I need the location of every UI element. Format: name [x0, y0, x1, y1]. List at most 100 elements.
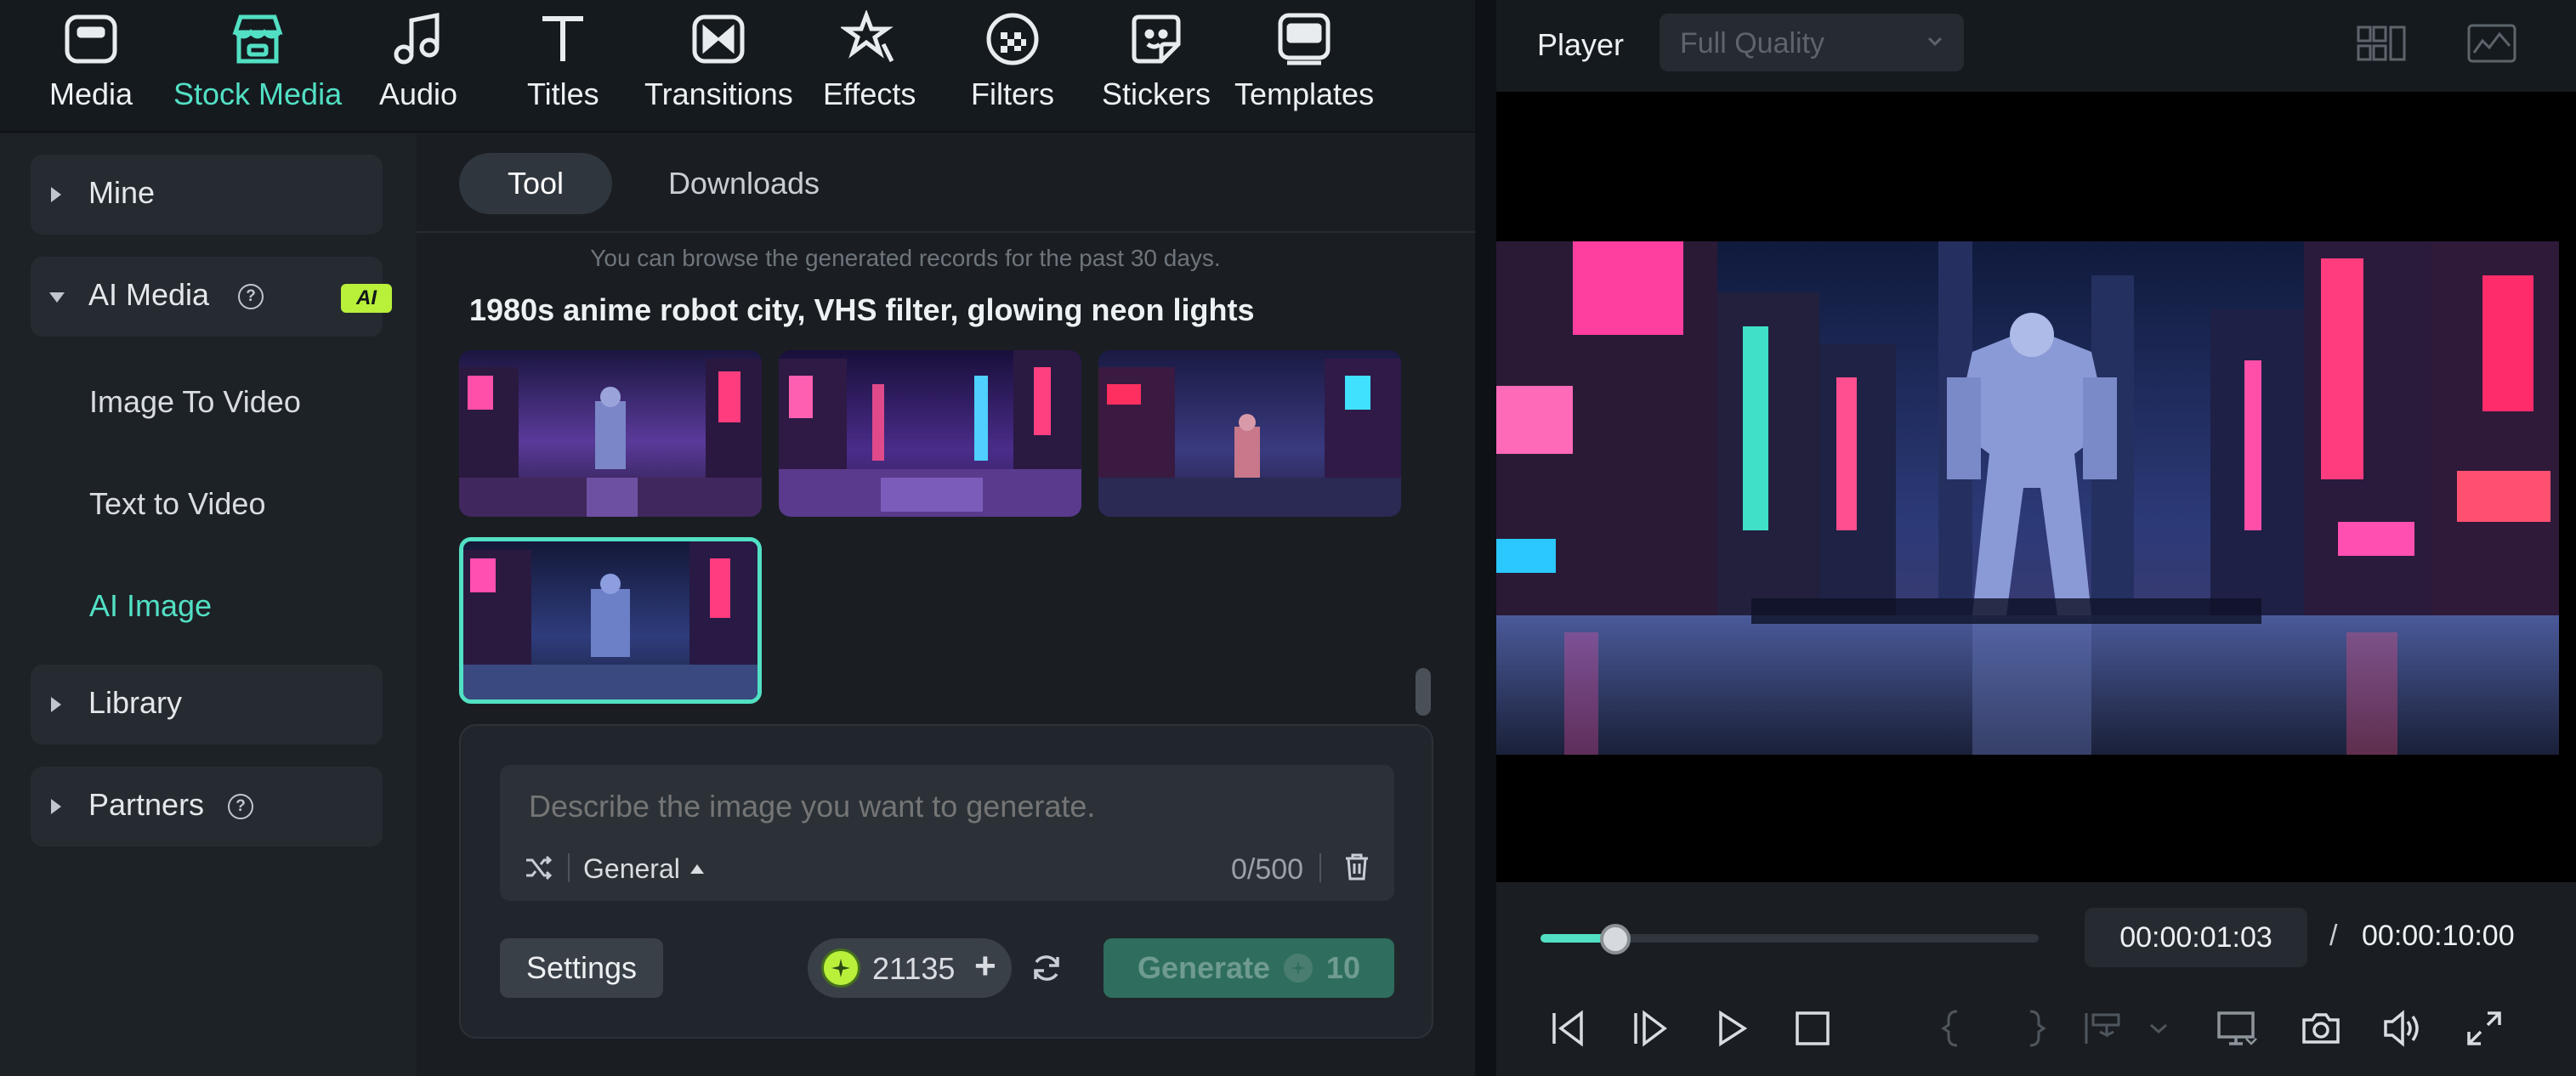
video-viewport[interactable]	[1496, 92, 2576, 882]
credits-pill[interactable]: 21135 +	[808, 938, 1012, 998]
sidebar-group-partners[interactable]: Partners ?	[31, 767, 383, 847]
tab-filters[interactable]: Filters	[971, 8, 1054, 127]
stop-icon[interactable]	[1790, 1006, 1835, 1051]
divider	[417, 231, 1475, 233]
tab-templates[interactable]: Templates	[1234, 8, 1374, 127]
tab-effects-label: Effects	[823, 76, 916, 111]
quality-dropdown[interactable]: Full Quality	[1660, 14, 1964, 71]
filters-icon	[979, 8, 1047, 70]
volume-icon[interactable]	[2380, 1006, 2425, 1051]
prompt-title: 1980s anime robot city, VHS filter, glow…	[469, 292, 1255, 327]
sidebar-item-image-to-video[interactable]: Image To Video	[89, 384, 301, 420]
tab-transitions-label: Transitions	[644, 76, 793, 111]
help-icon[interactable]: ?	[228, 794, 253, 819]
audio-icon	[384, 8, 452, 70]
stickers-icon	[1122, 8, 1190, 70]
player-title: Player	[1537, 27, 1625, 62]
generated-image-thumbnail-selected[interactable]	[459, 537, 762, 704]
tab-stickers[interactable]: Stickers	[1102, 8, 1211, 127]
generated-image-thumbnail[interactable]	[779, 350, 1081, 517]
tab-titles-label: Titles	[527, 76, 599, 111]
tab-media[interactable]: Media	[49, 8, 133, 127]
snapshot-camera-icon[interactable]	[2299, 1006, 2343, 1051]
player-panel: Player Full Quality 00:00:01:03 / 00:00:…	[1496, 0, 2576, 1076]
sidebar-label-partners: Partners	[88, 787, 205, 822]
generate-label: Generate	[1137, 950, 1271, 985]
sidebar: Mine AI Media ? AI Image To Video Text t…	[0, 134, 417, 1076]
left-panel: Media Stock Media Audio Titles Transitio…	[0, 0, 1475, 1076]
chevron-down-icon[interactable]	[2146, 1006, 2171, 1051]
tab-downloads[interactable]: Downloads	[646, 153, 842, 214]
sidebar-label-library: Library	[88, 685, 183, 720]
prompt-input[interactable]	[529, 789, 1294, 824]
video-frame	[1496, 241, 2559, 755]
play-icon[interactable]	[1709, 1006, 1753, 1051]
expand-arrow-icon	[51, 697, 61, 712]
separator	[568, 853, 570, 882]
credit-coin-icon	[821, 949, 860, 988]
ai-badge: AI	[341, 284, 392, 313]
tab-media-label: Media	[49, 76, 133, 111]
tab-audio[interactable]: Audio	[379, 8, 457, 127]
tab-transitions[interactable]: Transitions	[644, 8, 793, 127]
center-panel: Tool Downloads You can browse the genera…	[417, 134, 1475, 1076]
sidebar-group-ai-media[interactable]: AI Media ? AI	[31, 257, 392, 337]
stock-media-icon	[224, 8, 292, 70]
generator-card: General 0/500 Settings 21135 + Generate	[459, 724, 1433, 1039]
display-settings-icon[interactable]	[2214, 1006, 2258, 1051]
robot-city-video-image	[1496, 241, 2559, 755]
effects-icon	[836, 8, 904, 70]
transitions-icon	[684, 8, 752, 70]
generate-button[interactable]: Generate 10	[1104, 938, 1394, 998]
titles-icon	[529, 8, 597, 70]
media-icon	[57, 8, 125, 70]
sidebar-group-library[interactable]: Library	[31, 665, 383, 745]
separator	[1319, 853, 1321, 882]
sidebar-item-text-to-video[interactable]: Text to Video	[89, 486, 265, 522]
sidebar-item-ai-image[interactable]: AI Image	[89, 588, 212, 624]
help-icon[interactable]: ?	[238, 284, 264, 309]
refresh-icon[interactable]	[1030, 952, 1063, 984]
tab-stock-media-label: Stock Media	[173, 76, 343, 111]
chevron-down-icon	[1927, 37, 1943, 47]
sidebar-group-mine[interactable]: Mine	[31, 155, 383, 235]
mark-out-icon[interactable]	[2013, 1006, 2057, 1051]
settings-button[interactable]: Settings	[500, 938, 663, 998]
shuffle-icon[interactable]	[524, 853, 553, 882]
sidebar-label-ai-media: AI Media	[88, 277, 210, 312]
insert-clip-icon[interactable]	[2081, 1006, 2125, 1051]
player-controls: 00:00:01:03 / 00:00:10:00	[1496, 882, 2576, 1076]
caret-up-icon	[689, 864, 704, 874]
current-time[interactable]: 00:00:01:03	[2085, 908, 2307, 967]
tab-tool[interactable]: Tool	[459, 153, 612, 214]
timeline-scrubber[interactable]	[1540, 924, 2039, 954]
generated-image-thumbnail[interactable]	[459, 350, 762, 517]
fullscreen-icon[interactable]	[2462, 1006, 2506, 1051]
player-header: Player Full Quality	[1496, 0, 2576, 92]
tab-stock-media[interactable]: Stock Media	[173, 8, 342, 127]
vertical-scrollbar[interactable]	[1416, 668, 1431, 716]
mark-in-icon[interactable]	[1930, 1006, 1974, 1051]
tab-templates-label: Templates	[1234, 76, 1375, 111]
style-value: General	[583, 853, 680, 884]
waveform-monitor-icon[interactable]	[2465, 22, 2518, 65]
records-note: You can browse the generated records for…	[590, 245, 1221, 271]
previous-frame-icon[interactable]	[1546, 1006, 1590, 1051]
tab-titles[interactable]: Titles	[527, 8, 599, 127]
add-credits-icon[interactable]: +	[974, 945, 996, 988]
trash-icon[interactable]	[1342, 852, 1372, 882]
expand-arrow-icon	[51, 799, 61, 814]
generated-image-thumbnail[interactable]	[1098, 350, 1401, 517]
grid-layout-icon[interactable]	[2355, 22, 2408, 65]
collapse-arrow-icon	[49, 292, 65, 303]
timeline-handle[interactable]	[1599, 924, 1631, 954]
style-dropdown[interactable]: General	[583, 853, 704, 885]
quality-value: Full Quality	[1680, 27, 1825, 59]
next-frame-icon[interactable]	[1627, 1006, 1671, 1051]
tab-effects[interactable]: Effects	[823, 8, 916, 127]
character-count: 0/500	[1231, 853, 1304, 886]
tab-filters-label: Filters	[971, 76, 1054, 111]
total-time: 00:00:10:00	[2362, 920, 2515, 952]
time-separator: /	[2329, 920, 2338, 952]
prompt-box: General 0/500	[500, 765, 1394, 901]
